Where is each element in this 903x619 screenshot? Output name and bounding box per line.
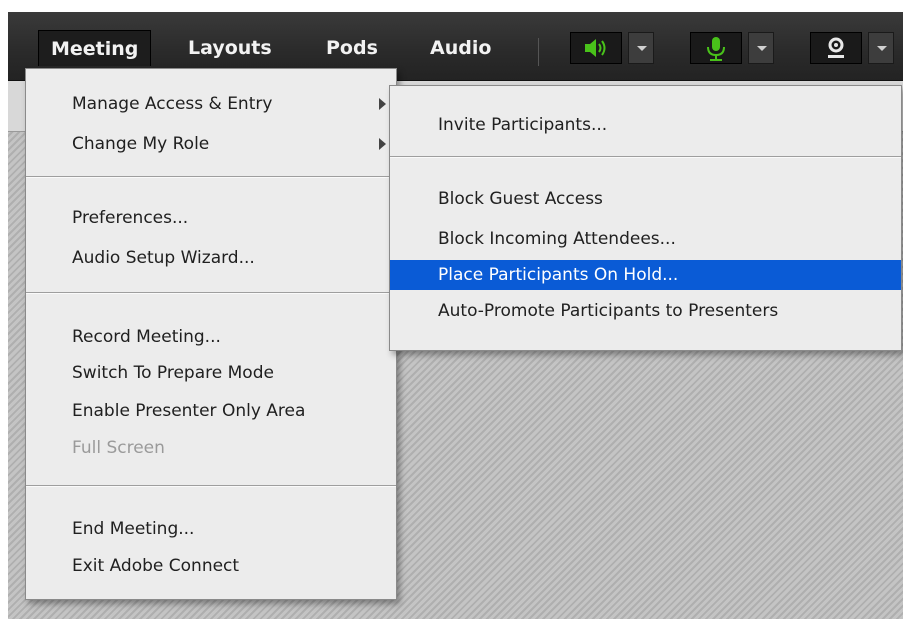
menu-item-manage-access[interactable]: Manage Access & Entry — [26, 89, 396, 119]
menu-item-label: Manage Access & Entry — [72, 94, 273, 114]
webcam-button[interactable] — [810, 32, 862, 64]
menu-pods[interactable]: Pods — [314, 30, 390, 66]
menu-layouts[interactable]: Layouts — [176, 30, 284, 66]
menu-item-end-meeting[interactable]: End Meeting... — [26, 514, 396, 544]
menu-item-prepare-mode[interactable]: Switch To Prepare Mode — [26, 358, 396, 388]
menu-item-block-guest-access[interactable]: Block Guest Access — [390, 184, 901, 214]
menu-item-auto-promote[interactable]: Auto-Promote Participants to Presenters — [390, 296, 901, 326]
menu-item-preferences[interactable]: Preferences... — [26, 203, 396, 233]
microphone-button[interactable] — [690, 32, 742, 64]
submenu-arrow-icon — [379, 98, 386, 110]
webcam-icon — [828, 37, 844, 58]
menubar-divider — [538, 38, 539, 66]
menu-item-invite-participants[interactable]: Invite Participants... — [390, 110, 901, 140]
menu-separator — [26, 485, 396, 487]
menu-item-block-incoming-attendees[interactable]: Block Incoming Attendees... — [390, 224, 901, 254]
menu-separator — [26, 176, 396, 178]
app-window: Meeting Layouts Pods Audio Manage Access… — [0, 0, 903, 619]
menu-item-record-meeting[interactable]: Record Meeting... — [26, 322, 396, 352]
menu-item-full-screen: Full Screen — [72, 438, 165, 458]
menu-item-change-role[interactable]: Change My Role — [26, 129, 396, 159]
menu-separator — [390, 156, 901, 158]
menu-item-place-on-hold[interactable]: Place Participants On Hold... — [390, 260, 901, 290]
menu-item-presenter-only-area[interactable]: Enable Presenter Only Area — [26, 396, 396, 426]
menu-item-label: Change My Role — [72, 134, 210, 154]
manage-access-submenu: Invite Participants... Block Guest Acces… — [389, 85, 902, 351]
speaker-dropdown[interactable] — [628, 32, 654, 64]
menu-meeting[interactable]: Meeting — [38, 30, 152, 66]
microphone-icon — [707, 37, 725, 61]
speaker-button[interactable] — [570, 32, 622, 64]
menu-item-audio-setup[interactable]: Audio Setup Wizard... — [26, 243, 396, 273]
meeting-menu: Manage Access & Entry Change My Role Pre… — [25, 68, 397, 600]
menu-separator — [26, 292, 396, 294]
submenu-arrow-icon — [379, 138, 386, 150]
microphone-dropdown[interactable] — [748, 32, 774, 64]
speaker-icon — [585, 39, 606, 57]
menu-audio[interactable]: Audio — [418, 30, 503, 66]
webcam-dropdown[interactable] — [868, 32, 894, 64]
menu-item-exit-connect[interactable]: Exit Adobe Connect — [26, 551, 396, 581]
